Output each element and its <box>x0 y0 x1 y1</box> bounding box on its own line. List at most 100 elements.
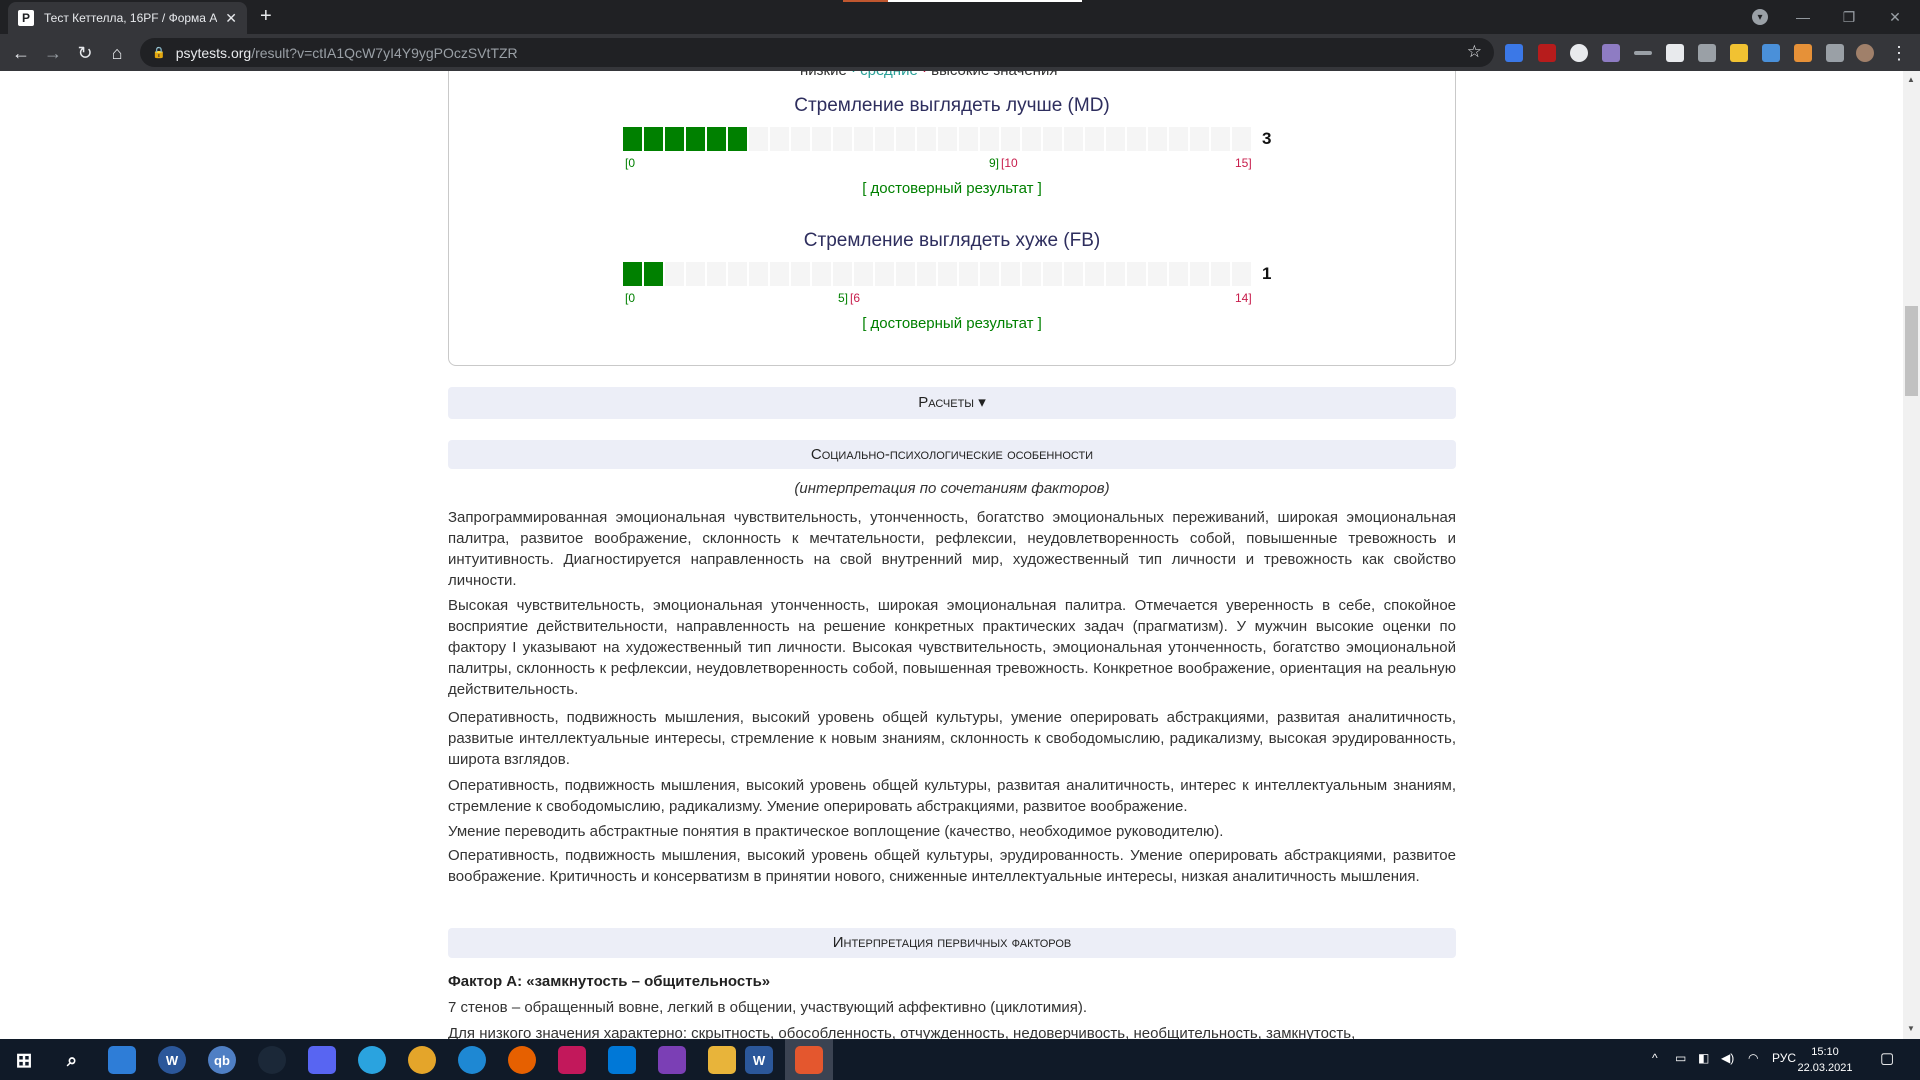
windows-start-icon[interactable]: ⊞ <box>10 1046 38 1074</box>
tray-chevron-icon[interactable]: ^ <box>1652 1051 1658 1065</box>
app-icon-1[interactable] <box>108 1046 136 1074</box>
extensions-puzzle-icon[interactable] <box>1826 44 1844 62</box>
extension-icon-3[interactable] <box>1570 44 1588 62</box>
extension-icon-10[interactable] <box>1794 44 1812 62</box>
bar-segment <box>938 262 959 286</box>
bar-segment <box>791 262 812 286</box>
bar-segment <box>1232 127 1253 151</box>
steam-icon[interactable] <box>258 1046 286 1074</box>
social-paragraph-4: Оперативность, подвижность мышления, выс… <box>448 777 1456 815</box>
scale-md-score: 3 <box>1262 129 1272 148</box>
tab-search-icon[interactable]: ▾ <box>1752 9 1768 25</box>
scale-md-tick-mid-right: [10 <box>1001 156 1018 170</box>
bar-segment <box>749 127 770 151</box>
jetbrains-icon[interactable] <box>558 1046 586 1074</box>
close-tab-icon[interactable]: ✕ <box>225 10 237 27</box>
bar-segment <box>1169 262 1190 286</box>
legend-mid: средние <box>860 71 918 79</box>
forward-icon[interactable]: → <box>40 40 66 66</box>
reload-icon[interactable]: ↻ <box>72 40 98 66</box>
bar-segment <box>1043 262 1064 286</box>
extension-icon-5[interactable] <box>1634 51 1652 55</box>
bar-segment <box>959 262 980 286</box>
vscode-icon[interactable] <box>608 1046 636 1074</box>
page-content: низкие · средние · высокие значения Стре… <box>0 71 1903 1039</box>
social-paragraph-3: Оперативность, подвижность мышления, выс… <box>448 709 1456 768</box>
translate-extension-icon[interactable] <box>1505 44 1523 62</box>
bar-segment <box>1085 262 1106 286</box>
browser-toolbar: ← → ↻ ⌂ 🔒 psytests.org /result?v=ctIA1Qc… <box>0 34 1920 71</box>
windows-taskbar: ⊞ ⌕ W qb W ^ ▭ ◧ ◀) ◠ РУС 15:10 22.03.20… <box>0 1039 1920 1080</box>
factor-a-line-2: Для низкого значения характерно: скрытно… <box>448 1025 1356 1039</box>
profile-avatar[interactable] <box>1856 44 1874 62</box>
scrollbar-thumb[interactable] <box>1905 306 1918 396</box>
scroll-up-icon[interactable]: ▲ <box>1907 75 1915 84</box>
search-icon[interactable]: ⌕ <box>58 1046 86 1074</box>
bar-segment <box>1127 127 1148 151</box>
discord-icon[interactable] <box>308 1046 336 1074</box>
volume-icon[interactable]: ◀) <box>1721 1051 1734 1065</box>
telegram-icon[interactable] <box>358 1046 386 1074</box>
bar-segment <box>1106 262 1127 286</box>
calculations-toggle[interactable]: Расчеты ▾ <box>448 387 1456 419</box>
bar-segment <box>1022 127 1043 151</box>
back-icon[interactable]: ← <box>8 40 34 66</box>
site-favicon-icon: P <box>18 10 34 26</box>
extension-icon-9[interactable] <box>1762 44 1780 62</box>
bar-segment <box>938 127 959 151</box>
minimize-icon[interactable]: — <box>1780 0 1826 34</box>
ublock-extension-icon[interactable] <box>1538 44 1556 62</box>
extension-icon-8[interactable] <box>1730 44 1748 62</box>
word-icon[interactable]: W <box>745 1046 773 1074</box>
bar-segment <box>1064 262 1085 286</box>
extension-icon-7[interactable] <box>1698 44 1716 62</box>
legend-high: высокие значения <box>931 71 1057 79</box>
language-indicator[interactable]: РУС <box>1772 1051 1796 1065</box>
chrome-icon[interactable] <box>408 1046 436 1074</box>
home-icon[interactable]: ⌂ <box>104 40 130 66</box>
bar-segment <box>728 262 749 286</box>
vertical-scrollbar[interactable]: ▲ ▼ <box>1903 71 1920 1039</box>
file-explorer-icon[interactable] <box>708 1046 736 1074</box>
clock-time: 15:10 <box>1811 1046 1839 1058</box>
legend-low: низкие <box>800 71 847 79</box>
qbittorrent-icon[interactable]: qb <box>208 1046 236 1074</box>
restore-icon[interactable]: ❐ <box>1826 0 1872 34</box>
bar-segment <box>812 262 833 286</box>
address-bar[interactable]: 🔒 psytests.org /result?v=ctIA1QcW7yI4Y9y… <box>140 38 1494 67</box>
notifications-icon[interactable]: ▢ <box>1880 1049 1894 1067</box>
bar-segment <box>1001 127 1022 151</box>
edge-icon[interactable] <box>458 1046 486 1074</box>
app-icon-2[interactable]: W <box>158 1046 186 1074</box>
bar-segment <box>1169 127 1190 151</box>
bar-segment <box>623 262 644 286</box>
clock-date: 22.03.2021 <box>1797 1062 1853 1074</box>
bar-segment <box>1085 127 1106 151</box>
scale-fb-title: Стремление выглядеть хуже (FB) <box>803 230 1101 251</box>
bar-segment <box>1148 262 1169 286</box>
bar-segment <box>1022 262 1043 286</box>
active-app-icon[interactable] <box>795 1046 823 1074</box>
close-window-icon[interactable]: ✕ <box>1872 0 1918 34</box>
tab-title: Тест Кеттелла, 16PF / Форма А. | <box>44 11 218 25</box>
factor-a-line-1: 7 стенов – обращенный вовне, легкий в об… <box>448 999 1088 1016</box>
bookmark-star-icon[interactable]: ☆ <box>1467 42 1482 62</box>
visual-studio-icon[interactable] <box>658 1046 686 1074</box>
bar-segment <box>1148 127 1169 151</box>
new-tab-icon[interactable]: + <box>260 5 272 28</box>
bar-segment <box>770 262 791 286</box>
bar-segment <box>1127 262 1148 286</box>
extension-icon-4[interactable] <box>1602 44 1620 62</box>
browser-tab[interactable]: P Тест Кеттелла, 16PF / Форма А. | ✕ <box>8 2 247 34</box>
lock-icon[interactable]: 🔒 <box>152 46 166 59</box>
bar-segment <box>1043 127 1064 151</box>
browser-menu-icon[interactable]: ⋮ <box>1886 40 1912 66</box>
firefox-icon[interactable] <box>508 1046 536 1074</box>
clock[interactable]: 15:10 22.03.2021 <box>1795 1044 1855 1076</box>
network-icon[interactable]: ◧ <box>1698 1051 1709 1065</box>
wifi-icon[interactable]: ◠ <box>1748 1051 1758 1065</box>
bar-segment <box>791 127 812 151</box>
battery-icon[interactable]: ▭ <box>1675 1051 1686 1065</box>
extension-icon-6[interactable] <box>1666 44 1684 62</box>
scroll-down-icon[interactable]: ▼ <box>1907 1024 1915 1033</box>
